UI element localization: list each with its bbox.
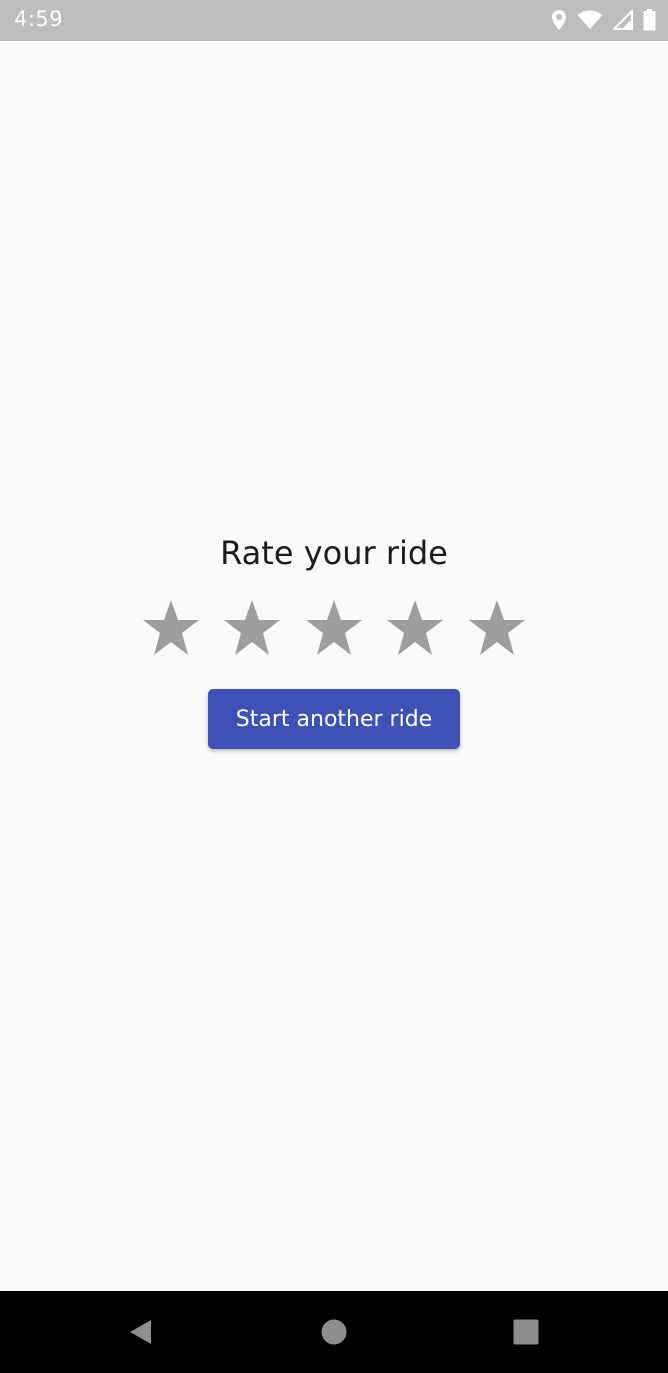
star-2-icon[interactable] <box>222 599 282 657</box>
navigation-bar <box>0 1291 668 1373</box>
home-icon[interactable] <box>289 1291 379 1373</box>
recents-icon[interactable] <box>481 1291 571 1373</box>
star-5-icon[interactable] <box>467 599 527 657</box>
status-icons <box>551 8 656 32</box>
battery-icon <box>643 9 656 31</box>
content: Rate your ride Start another ride <box>0 41 668 1291</box>
rating-title: Rate your ride <box>220 534 448 572</box>
status-time: 4:59 <box>14 7 64 31</box>
location-icon <box>551 9 567 31</box>
star-rating[interactable] <box>141 599 527 657</box>
star-1-icon[interactable] <box>141 599 201 657</box>
start-another-ride-button[interactable]: Start another ride <box>208 689 460 749</box>
star-3-icon[interactable] <box>304 599 364 657</box>
signal-icon <box>613 10 633 30</box>
ride-rating-screen: 4:59 Rate your ride Start another ride <box>0 0 668 1373</box>
wifi-icon <box>577 10 603 30</box>
back-icon[interactable] <box>95 1291 185 1373</box>
status-bar: 4:59 <box>0 0 668 41</box>
star-4-icon[interactable] <box>385 599 445 657</box>
